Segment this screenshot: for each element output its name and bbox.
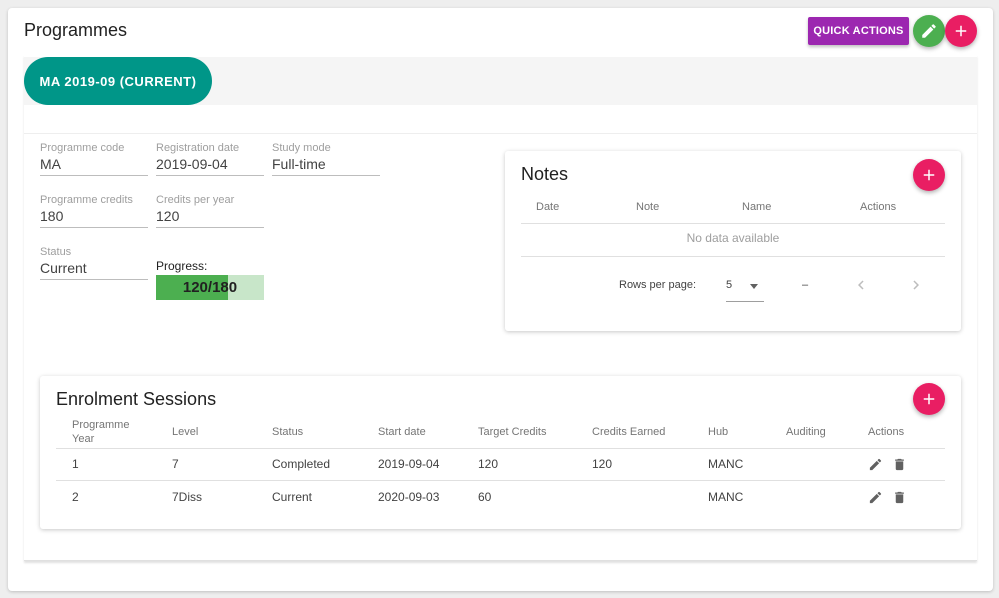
enrol-col-hub[interactable]: Hub: [708, 426, 728, 438]
pencil-icon: [922, 24, 936, 38]
field-label: Programme code: [40, 142, 125, 154]
cell-programme-year: 2: [72, 490, 79, 504]
programme-credits-field: Programme credits 180: [40, 194, 148, 228]
cell-hub: MANC: [708, 457, 744, 471]
delete-enrolment-button[interactable]: [892, 457, 907, 472]
progress-text: 120/180: [182, 279, 238, 296]
add-enrolment-button[interactable]: [913, 383, 945, 415]
field-value: 120: [156, 208, 180, 224]
enrol-col-programme-year[interactable]: Programme Year: [72, 418, 136, 446]
enrol-col-auditing[interactable]: Auditing: [786, 426, 826, 438]
field-label: Registration date: [156, 142, 240, 154]
field-value: 2019-09-04: [156, 156, 228, 172]
trash-icon: [895, 491, 904, 504]
notes-footer-divider: [521, 256, 945, 257]
field-label: Status: [40, 246, 72, 258]
enrol-col-credits-earned[interactable]: Credits Earned: [592, 426, 665, 438]
cell-target-credits: 120: [478, 457, 499, 471]
cell-hub: MANC: [708, 490, 744, 504]
enrol-col-target-credits[interactable]: Target Credits: [478, 426, 546, 438]
field-label: Study mode: [272, 142, 331, 154]
add-programme-button[interactable]: [945, 15, 977, 47]
notes-header-divider: [521, 223, 945, 224]
field-value: Current: [40, 260, 87, 276]
cell-level: 7Diss: [172, 490, 203, 504]
cell-status: Completed: [272, 457, 331, 471]
credits-per-year-field: Credits per year 120: [156, 194, 264, 228]
row-divider: [56, 480, 945, 481]
edit-enrolment-button[interactable]: [868, 490, 883, 505]
enrol-header-divider: [56, 448, 945, 449]
next-page-button[interactable]: [907, 276, 925, 294]
tab-programme-ma-2019-09[interactable]: MA 2019-09 (CURRENT): [24, 57, 212, 105]
plus-icon: [955, 25, 967, 37]
cell-start-date: 2020-09-03: [378, 490, 440, 504]
enrol-col-level[interactable]: Level: [172, 426, 198, 438]
edit-enrolment-button[interactable]: [868, 457, 883, 472]
registration-date-field: Registration date 2019-09-04: [156, 142, 264, 176]
notes-col-name[interactable]: Name: [742, 201, 771, 213]
cell-programme-year: 1: [72, 457, 79, 471]
field-value: MA: [40, 156, 61, 172]
cell-level: 7: [172, 457, 179, 471]
quick-actions-button[interactable]: QUICK ACTIONS: [808, 17, 909, 45]
enrolment-sessions-card: Enrolment Sessions Programme Year Level …: [40, 376, 961, 529]
programme-code-field: Programme code MA: [40, 142, 148, 176]
plus-icon: [923, 393, 935, 405]
status-field: Status Current: [40, 246, 148, 280]
chevron-right-icon: [913, 280, 919, 290]
progress-label: Progress:: [156, 259, 208, 273]
field-label: Credits per year: [156, 194, 235, 206]
notes-empty-text: No data available: [686, 231, 780, 245]
chevron-left-icon: [858, 280, 864, 290]
pencil-icon: [869, 458, 882, 471]
cell-start-date: 2019-09-04: [378, 457, 440, 471]
section-divider: [24, 133, 977, 134]
rows-per-page-select[interactable]: 5: [726, 273, 764, 302]
notes-card: Notes Date Note Name Actions No data ava…: [505, 151, 961, 331]
pencil-icon: [869, 491, 882, 504]
field-label: Programme credits: [40, 194, 133, 206]
field-value: 180: [40, 208, 64, 224]
rows-per-page-value: 5: [726, 279, 733, 291]
enrol-col-status[interactable]: Status: [272, 426, 303, 438]
rows-per-page-label: Rows per page:: [619, 279, 697, 291]
enrolment-title: Enrolment Sessions: [56, 389, 217, 409]
study-mode-field: Study mode Full-time: [272, 142, 380, 176]
trash-icon: [895, 458, 904, 471]
notes-title: Notes: [521, 164, 569, 184]
delete-enrolment-button[interactable]: [892, 490, 907, 505]
enrol-col-start-date[interactable]: Start date: [378, 426, 426, 438]
cell-credits-earned: 120: [592, 457, 613, 471]
enrol-col-actions: Actions: [868, 426, 905, 438]
plus-icon: [923, 169, 935, 181]
notes-col-actions: Actions: [860, 201, 897, 213]
page-title: Programmes: [24, 20, 128, 40]
notes-col-date[interactable]: Date: [536, 201, 559, 213]
field-value: Full-time: [272, 156, 326, 172]
progress-bar: 120/180: [156, 275, 264, 300]
add-note-button[interactable]: [913, 159, 945, 191]
notes-col-note[interactable]: Note: [636, 201, 659, 213]
edit-programme-button[interactable]: [913, 15, 945, 47]
previous-page-button[interactable]: [852, 276, 870, 294]
chevron-down-icon: [750, 284, 758, 289]
cell-target-credits: 60: [478, 490, 492, 504]
cell-status: Current: [272, 490, 313, 504]
page-range: –: [802, 279, 809, 291]
